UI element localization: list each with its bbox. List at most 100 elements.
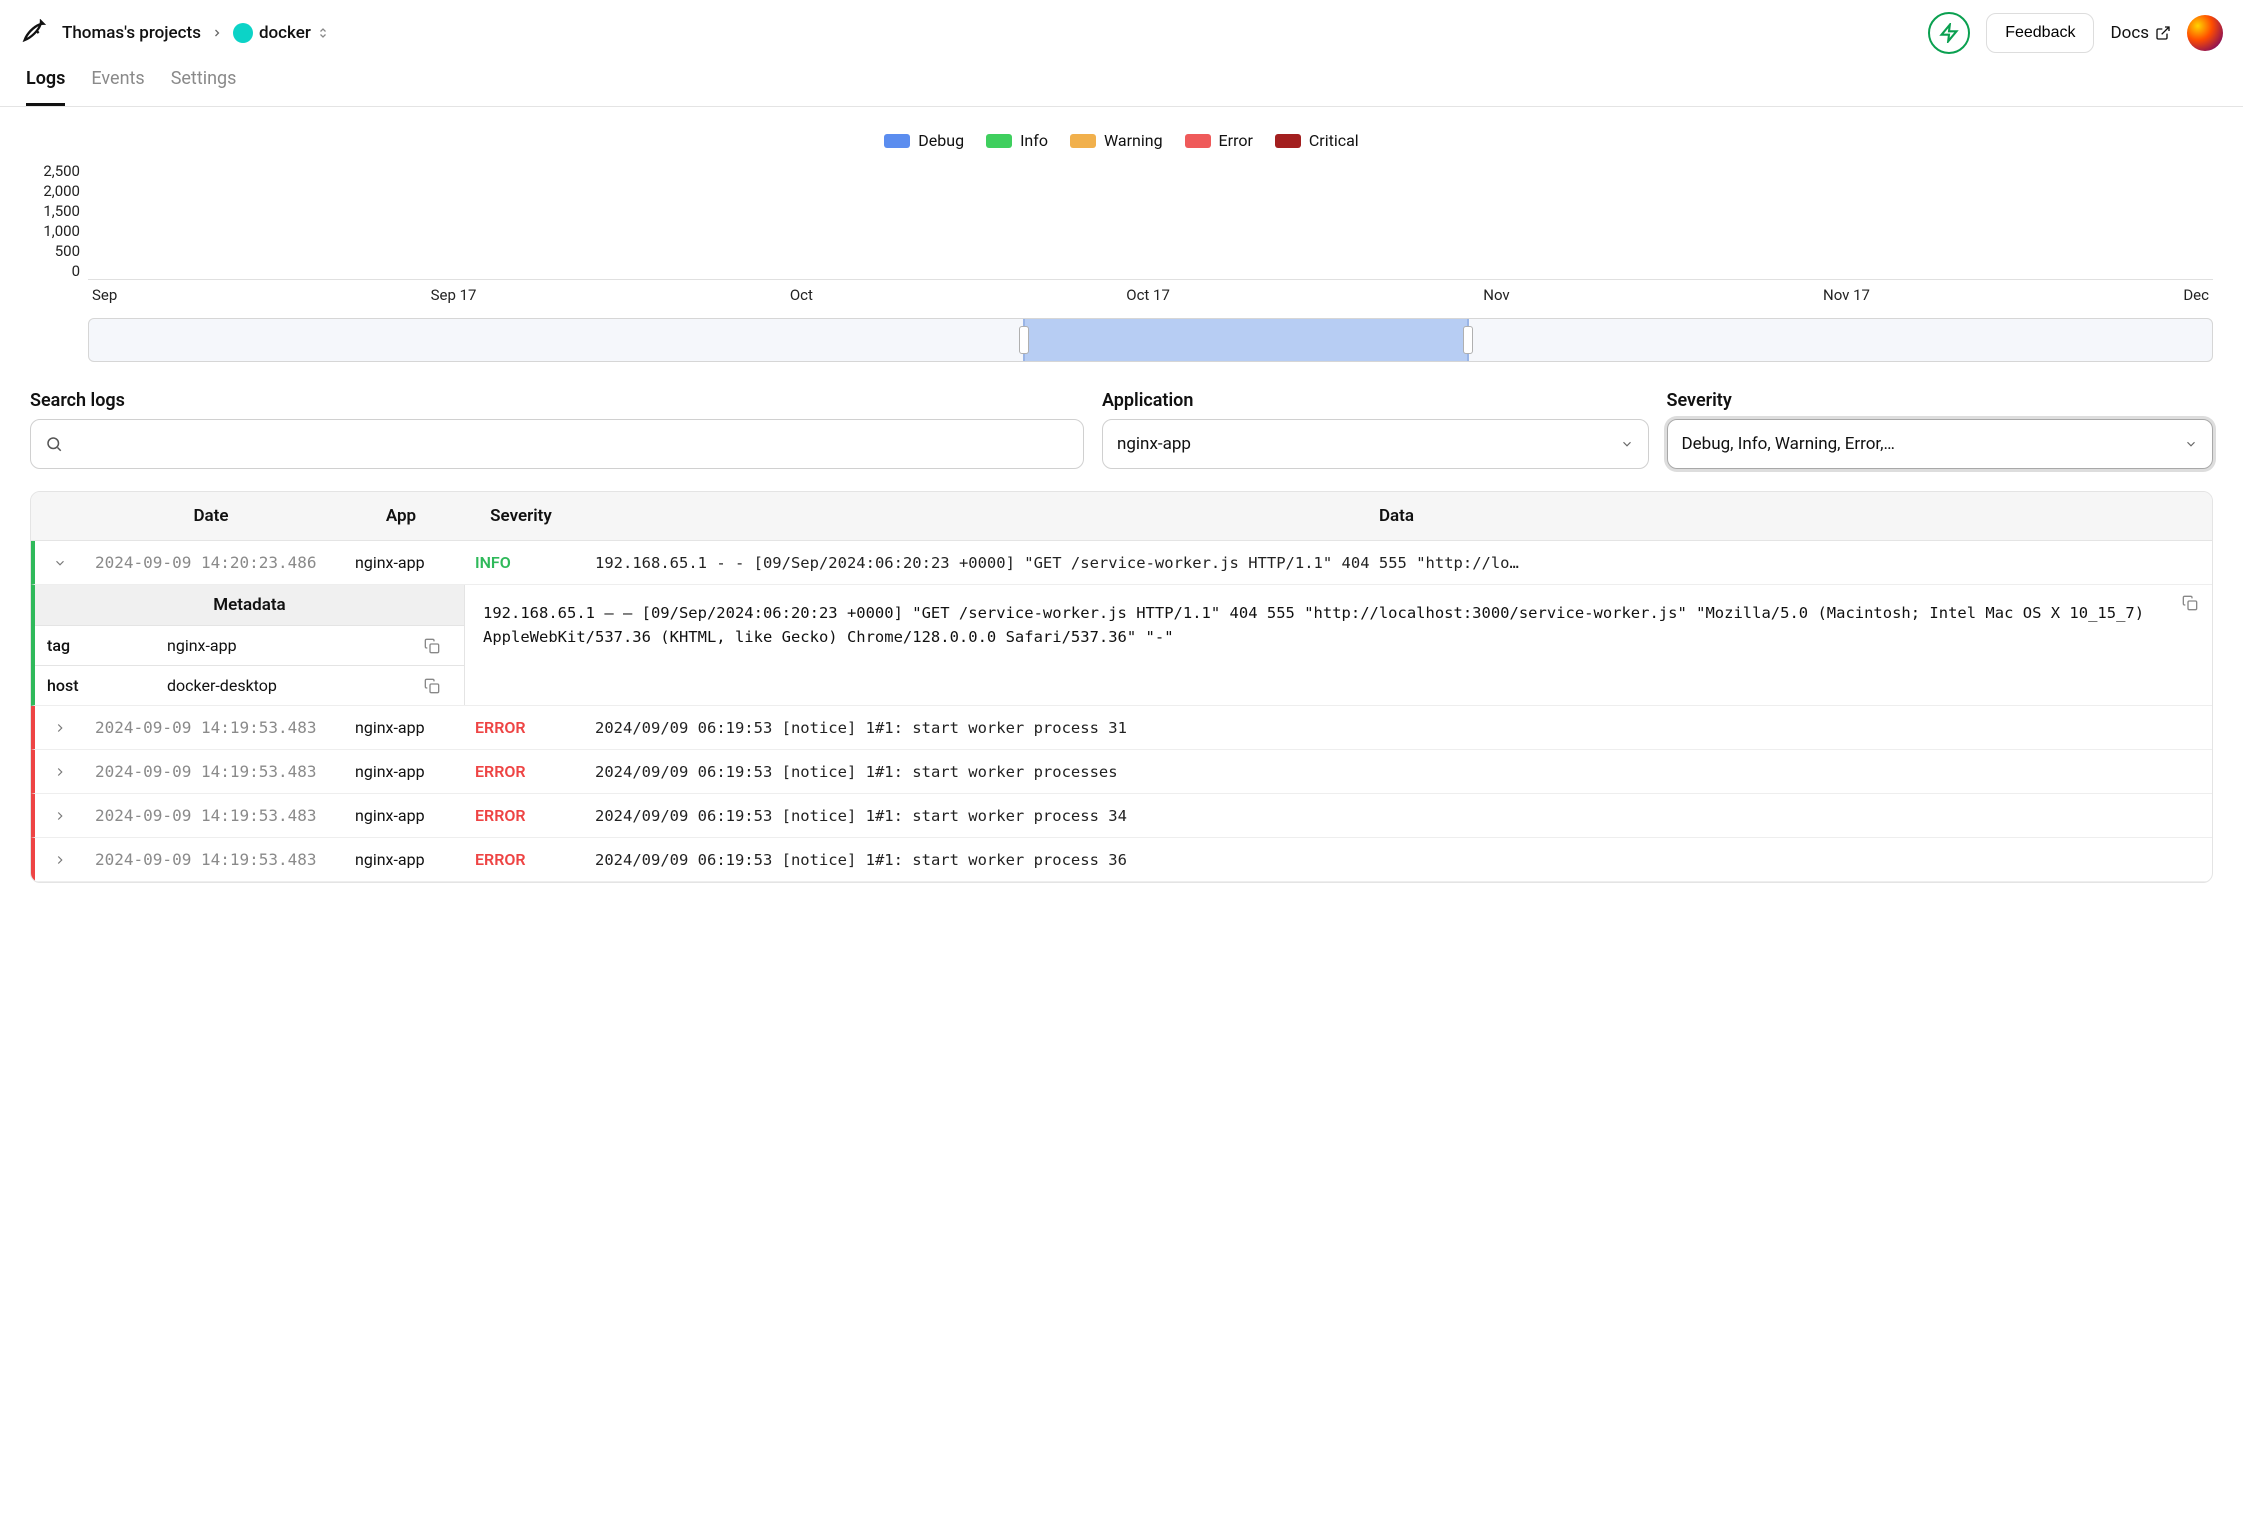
metadata-value: nginx-app	[155, 626, 424, 665]
legend-error[interactable]: Error	[1185, 131, 1253, 150]
table-header: Date App Severity Data	[31, 492, 2212, 541]
metadata-header: Metadata	[35, 585, 464, 626]
table-row[interactable]: 2024-09-09 14:19:53.483nginx-appERROR202…	[31, 750, 2212, 794]
expand-toggle[interactable]	[35, 797, 85, 835]
tab-settings[interactable]: Settings	[171, 68, 237, 106]
histogram-chart: 2,500 2,000 1,500 1,000 500 0 Sep Sep 17…	[30, 160, 2213, 362]
docs-link[interactable]: Docs	[2110, 23, 2171, 43]
ytick: 1,500	[30, 202, 80, 220]
expand-toggle[interactable]	[35, 753, 85, 791]
cell-date: 2024-09-09 14:19:53.483	[85, 838, 345, 881]
xtick: Sep 17	[431, 286, 477, 304]
breadcrumb-org[interactable]: Thomas's projects	[62, 23, 201, 43]
metadata-row: tagnginx-app	[35, 626, 464, 666]
legend-label: Info	[1020, 131, 1048, 150]
chart-y-axis: 2,500 2,000 1,500 1,000 500 0	[30, 160, 80, 280]
cell-data: 2024/09/09 06:19:53 [notice] 1#1: start …	[585, 751, 2212, 793]
cell-app: nginx-app	[345, 794, 465, 837]
table-row[interactable]: 2024-09-09 14:20:23.486nginx-appINFO192.…	[31, 541, 2212, 585]
expand-toggle[interactable]	[35, 544, 85, 582]
chart-brush[interactable]	[88, 318, 2213, 362]
copy-icon[interactable]	[424, 678, 464, 694]
project-selector[interactable]: docker	[233, 23, 329, 43]
table-body: 2024-09-09 14:20:23.486nginx-appINFO192.…	[31, 541, 2212, 882]
th-severity[interactable]: Severity	[461, 492, 581, 540]
cell-data: 2024/09/09 06:19:53 [notice] 1#1: start …	[585, 795, 2212, 837]
brush-selection[interactable]	[1023, 319, 1469, 361]
application-label: Application	[1102, 390, 1649, 411]
ytick: 1,000	[30, 222, 80, 240]
metadata-key: tag	[35, 626, 155, 665]
ytick: 500	[30, 242, 80, 260]
copy-icon[interactable]	[424, 638, 464, 654]
cell-date: 2024-09-09 14:20:23.486	[85, 541, 345, 584]
logo-icon[interactable]	[20, 19, 48, 47]
cell-date: 2024-09-09 14:19:53.483	[85, 750, 345, 793]
breadcrumb-project: docker	[259, 23, 311, 43]
search-icon	[45, 435, 63, 453]
th-expand	[31, 492, 81, 540]
cell-app: nginx-app	[345, 706, 465, 749]
activity-button[interactable]	[1928, 12, 1970, 54]
cell-data: 192.168.65.1 - - [09/Sep/2024:06:20:23 +…	[585, 542, 2212, 584]
legend-swatch	[986, 134, 1012, 148]
legend-debug[interactable]: Debug	[884, 131, 964, 150]
th-date[interactable]: Date	[81, 492, 341, 540]
chart-legend: Debug Info Warning Error Critical	[30, 131, 2213, 150]
logs-table: Date App Severity Data 2024-09-09 14:20:…	[30, 491, 2213, 883]
project-color-dot	[233, 23, 253, 43]
ytick: 0	[30, 262, 80, 280]
cell-app: nginx-app	[345, 541, 465, 584]
application-select[interactable]: nginx-app	[1102, 419, 1649, 469]
th-app[interactable]: App	[341, 492, 461, 540]
legend-swatch	[884, 134, 910, 148]
xtick: Nov	[1483, 286, 1509, 304]
external-link-icon	[2155, 25, 2171, 41]
legend-swatch	[1070, 134, 1096, 148]
chart-x-axis: Sep Sep 17 Oct Oct 17 Nov Nov 17 Dec	[88, 286, 2213, 304]
xtick: Nov 17	[1823, 286, 1870, 304]
tab-events[interactable]: Events	[91, 68, 144, 106]
cell-severity: ERROR	[465, 838, 585, 881]
cell-data: 2024/09/09 06:19:53 [notice] 1#1: start …	[585, 839, 2212, 881]
application-value: nginx-app	[1117, 434, 1191, 454]
legend-warning[interactable]: Warning	[1070, 131, 1163, 150]
severity-value: Debug, Info, Warning, Error,…	[1682, 434, 1895, 454]
th-data[interactable]: Data	[581, 492, 2212, 540]
copy-icon[interactable]	[2182, 595, 2198, 611]
xtick: Oct	[790, 286, 813, 304]
cell-severity: ERROR	[465, 750, 585, 793]
xtick: Oct 17	[1126, 286, 1170, 304]
table-row[interactable]: 2024-09-09 14:19:53.483nginx-appERROR202…	[31, 838, 2212, 882]
full-log-data: 192.168.65.1 – – [09/Sep/2024:06:20:23 +…	[465, 585, 2212, 705]
cell-severity: INFO	[465, 541, 585, 584]
docs-label: Docs	[2110, 23, 2149, 43]
ytick: 2,000	[30, 182, 80, 200]
chart-bars[interactable]	[88, 160, 2213, 280]
table-row[interactable]: 2024-09-09 14:19:53.483nginx-appERROR202…	[31, 706, 2212, 750]
table-row[interactable]: 2024-09-09 14:19:53.483nginx-appERROR202…	[31, 794, 2212, 838]
feedback-button[interactable]: Feedback	[1986, 13, 2094, 53]
tab-logs[interactable]: Logs	[26, 68, 65, 106]
cell-app: nginx-app	[345, 838, 465, 881]
legend-critical[interactable]: Critical	[1275, 131, 1359, 150]
search-input[interactable]	[30, 419, 1084, 469]
ytick: 2,500	[30, 162, 80, 180]
expand-toggle[interactable]	[35, 709, 85, 747]
severity-label: Severity	[1667, 390, 2214, 411]
search-field[interactable]	[71, 435, 1069, 453]
top-header: Thomas's projects docker Feedback Docs	[0, 0, 2243, 54]
metadata-row: hostdocker-desktop	[35, 666, 464, 705]
cell-data: 2024/09/09 06:19:53 [notice] 1#1: start …	[585, 707, 2212, 749]
legend-info[interactable]: Info	[986, 131, 1048, 150]
severity-select[interactable]: Debug, Info, Warning, Error,…	[1667, 419, 2214, 469]
metadata-panel: Metadatatagnginx-apphostdocker-desktop	[35, 585, 465, 705]
brush-handle-right[interactable]	[1463, 326, 1473, 354]
legend-label: Debug	[918, 131, 964, 150]
brush-handle-left[interactable]	[1019, 326, 1029, 354]
expand-toggle[interactable]	[35, 841, 85, 879]
avatar[interactable]	[2187, 15, 2223, 51]
row-details: Metadatatagnginx-apphostdocker-desktop19…	[31, 585, 2212, 706]
legend-swatch	[1275, 134, 1301, 148]
filter-bar: Search logs Application nginx-app Severi…	[30, 390, 2213, 469]
